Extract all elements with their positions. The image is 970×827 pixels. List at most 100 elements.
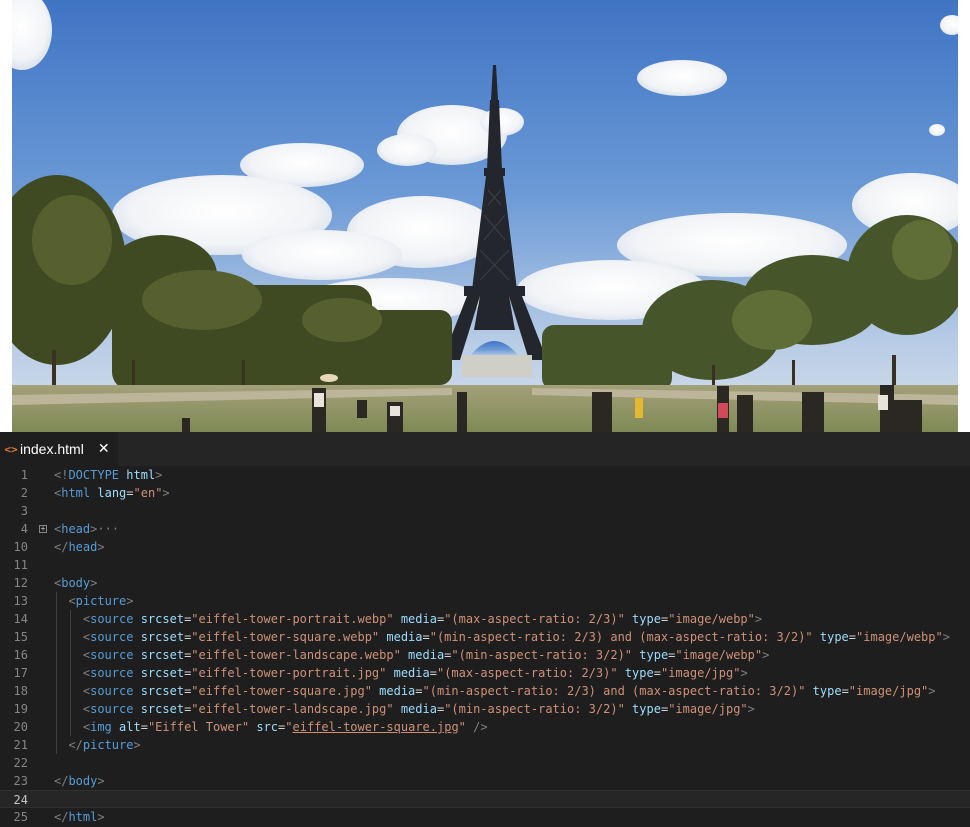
- code-token: type: [632, 702, 661, 716]
- line-number: 11: [13, 558, 28, 572]
- code-token: </: [54, 774, 69, 788]
- indent-guide: [56, 628, 57, 646]
- code-token: =: [841, 684, 849, 698]
- code-line[interactable]: 3: [0, 502, 970, 520]
- code-token: "eiffel-tower-portrait.webp": [191, 612, 394, 626]
- line-number: 4: [20, 522, 28, 536]
- code-line[interactable]: 24: [0, 790, 970, 808]
- code-text: <source srcset="eiffel-tower-square.webp…: [83, 628, 950, 646]
- code-token: =: [415, 684, 423, 698]
- code-token: >: [155, 468, 163, 482]
- code-token: source: [90, 648, 134, 662]
- indent-guide: [70, 610, 72, 628]
- indent-guide: [56, 718, 57, 736]
- code-line[interactable]: 1 <!DOCTYPE html>: [0, 466, 970, 484]
- indent-guide: [70, 628, 72, 646]
- code-line[interactable]: 12 <body>: [0, 574, 970, 592]
- code-line[interactable]: 4 + <head>···: [0, 520, 970, 538]
- code-line[interactable]: 11: [0, 556, 970, 574]
- code-text: </head>: [54, 538, 105, 556]
- code-token: source: [90, 630, 134, 644]
- code-text: <head>···: [54, 520, 119, 538]
- code-token: picture: [75, 594, 127, 608]
- code-line[interactable]: 14 <source srcset="eiffel-tower-portrait.…: [0, 610, 970, 628]
- code-token: >: [928, 684, 936, 698]
- code-token: "(max-aspect-ratio: 2/3)": [444, 612, 625, 626]
- code-line[interactable]: 20 <img alt="Eiffel Tower" src="eiffel-to…: [0, 718, 970, 736]
- code-token: head: [68, 540, 98, 554]
- code-token: "(min-aspect-ratio: 2/3) and (max-aspect…: [429, 630, 813, 644]
- code-line[interactable]: 17 <source srcset="eiffel-tower-portrait.…: [0, 664, 970, 682]
- code-line[interactable]: 19 <source srcset="eiffel-tower-landscape…: [0, 700, 970, 718]
- indent-guide: [70, 682, 72, 700]
- code-text: </html>: [54, 808, 105, 826]
- code-token: html: [126, 468, 156, 482]
- code-token: "eiffel-tower-square.webp": [191, 630, 380, 644]
- code-line[interactable]: 21 </picture>: [0, 736, 970, 754]
- code-token: >: [740, 666, 748, 680]
- code-text: <source srcset="eiffel-tower-landscape.w…: [83, 646, 769, 664]
- line-number: 25: [13, 810, 28, 824]
- code-line[interactable]: 23 </body>: [0, 772, 970, 790]
- code-token: =: [848, 630, 857, 644]
- line-number: 18: [13, 684, 28, 698]
- code-line[interactable]: 10 </head>: [0, 538, 970, 556]
- code-token: "eiffel-tower-landscape.jpg": [191, 702, 394, 716]
- indent-guide: [70, 646, 72, 664]
- tab-index-html[interactable]: <> index.html ✕: [0, 432, 118, 466]
- code-token: html: [68, 810, 98, 824]
- code-token: media: [400, 702, 437, 716]
- code-line[interactable]: 25 </html>: [0, 808, 970, 826]
- code-token: html: [61, 486, 91, 500]
- fold-expand-icon[interactable]: +: [39, 525, 47, 533]
- code-token: >: [90, 576, 98, 590]
- code-token: >: [133, 738, 141, 752]
- code-text: <picture>: [68, 592, 133, 610]
- editor-tab-bar: <> index.html ✕: [0, 432, 970, 466]
- indent-guide: [56, 646, 57, 664]
- code-token: >: [754, 612, 763, 626]
- code-line[interactable]: 22: [0, 754, 970, 772]
- code-token: srcset: [140, 630, 185, 644]
- code-editor: <> index.html ✕ 1 <!DOCTYPE html> 2 <html l…: [0, 432, 970, 827]
- code-token: media: [386, 630, 423, 644]
- code-token: source: [90, 612, 134, 626]
- code-token: "en": [133, 486, 163, 500]
- code-token: "eiffel-tower-landscape.webp": [191, 648, 401, 662]
- code-line[interactable]: 15 <source srcset="eiffel-tower-square.we…: [0, 628, 970, 646]
- code-token: source: [90, 666, 134, 680]
- code-token: source: [90, 702, 134, 716]
- code-token: lang: [97, 486, 127, 500]
- code-line[interactable]: 16 <source srcset="eiffel-tower-landscape…: [0, 646, 970, 664]
- code-token: "(min-aspect-ratio: 3/2)": [451, 648, 633, 662]
- line-number: 21: [13, 738, 28, 752]
- code-token: srcset: [140, 666, 185, 680]
- code-token: >: [942, 630, 950, 644]
- indent-guide: [70, 664, 72, 682]
- code-token: srcset: [140, 648, 185, 662]
- code-token: >: [97, 774, 105, 788]
- close-icon[interactable]: ✕: [98, 441, 110, 457]
- code-area[interactable]: 1 <!DOCTYPE html> 2 <html lang="en"> 3 4 + <hea…: [0, 466, 970, 827]
- code-line[interactable]: 2 <html lang="en">: [0, 484, 970, 502]
- code-token: type: [632, 612, 661, 626]
- code-token: </: [68, 738, 83, 752]
- code-token: >: [747, 702, 755, 716]
- indent-guide: [70, 700, 72, 718]
- code-token: "image/jpg": [668, 702, 748, 716]
- code-token: img: [90, 720, 112, 734]
- code-token: =: [422, 630, 430, 644]
- code-token: srcset: [140, 684, 185, 698]
- code-line[interactable]: 18 <source srcset="eiffel-tower-square.jp…: [0, 682, 970, 700]
- code-line[interactable]: 13 <picture>: [0, 592, 970, 610]
- code-token: "Eiffel Tower": [147, 720, 250, 734]
